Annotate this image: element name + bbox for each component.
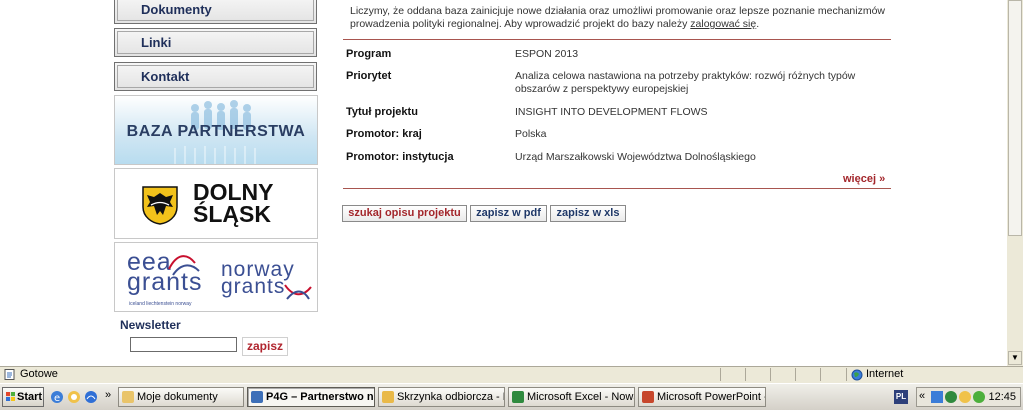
- vertical-scrollbar[interactable]: ▼: [1007, 0, 1023, 366]
- start-label: Start: [17, 391, 43, 403]
- task-button-excel[interactable]: Microsoft Excel - Nowa A...: [508, 387, 635, 407]
- newsletter-subscribe-button[interactable]: zapisz: [242, 337, 288, 356]
- banner-title: BAZA PARTNERSTWA: [126, 123, 306, 140]
- browser-icon: [251, 391, 263, 403]
- task-label: Moje dokumenty: [137, 391, 218, 403]
- nav-button-label: Dokumenty: [141, 2, 212, 17]
- tray-network-icon[interactable]: [931, 391, 943, 403]
- eea-subtitle: iceland liechtenstein norway: [129, 301, 192, 307]
- row-value-priorytet: Analiza celowa nastawiona na potrzeby pr…: [515, 70, 856, 95]
- newsletter-email-input[interactable]: [130, 337, 237, 352]
- intro-text: Liczymy, że oddana baza zainicjuje nowe …: [350, 5, 885, 30]
- newsletter-label: Newsletter: [120, 318, 181, 332]
- login-link[interactable]: zalogować się: [690, 18, 756, 30]
- nav-button-linki[interactable]: Linki: [114, 28, 317, 57]
- quicklaunch-desktop-icon[interactable]: [84, 390, 98, 404]
- nav-button-kontakt[interactable]: Kontakt: [114, 62, 317, 91]
- taskbar: Start e » Moje dokumenty P4G – Partnerst…: [0, 383, 1023, 410]
- page-icon: [4, 369, 15, 380]
- language-indicator[interactable]: PL: [894, 390, 908, 404]
- row-value-program: ESPON 2013: [515, 48, 579, 60]
- task-button-powerpoint[interactable]: Microsoft PowerPoint - [...: [638, 387, 766, 407]
- nav-button-dokumenty[interactable]: Dokumenty: [114, 0, 317, 24]
- task-button-moje-dokumenty[interactable]: Moje dokumenty: [118, 387, 244, 407]
- task-label: Skrzynka odbiorcza - Mic...: [397, 391, 504, 403]
- row-value-kraj: Polska: [515, 128, 547, 140]
- browser-viewport: Dokumenty Linki Kontakt BAZA PARTNERSTWA…: [0, 0, 1007, 366]
- intro-end: .: [756, 18, 760, 30]
- internet-zone-globe-icon: [851, 369, 863, 381]
- row-label-program: Program: [346, 48, 392, 60]
- excel-icon: [512, 391, 524, 403]
- svg-text:e: e: [54, 393, 60, 404]
- status-text: Gotowe: [20, 368, 58, 380]
- quicklaunch-ie-icon[interactable]: e: [50, 390, 64, 404]
- task-button-skrzynka[interactable]: Skrzynka odbiorcza - Mic...: [378, 387, 505, 407]
- row-label-instytucja: Promotor: instytucja: [346, 151, 454, 163]
- divider-bottom: [343, 188, 891, 189]
- row-label-priorytet: Priorytet: [346, 70, 392, 82]
- powerpoint-icon: [642, 391, 654, 403]
- eea-swoosh-icon: [168, 255, 200, 276]
- banner-eea-norway-grants[interactable]: eea grants iceland liechtenstein norway …: [114, 242, 318, 312]
- save-pdf-button[interactable]: zapisz w pdf: [470, 205, 547, 222]
- nav-button-label: Linki: [141, 35, 172, 50]
- eagle-coat-of-arms-icon: [142, 186, 178, 225]
- task-button-p4g[interactable]: P4G – Partnerstwo na...: [247, 387, 375, 407]
- banner-dolny-line2: ŚLĄSK: [193, 201, 271, 227]
- quicklaunch-chevron[interactable]: »: [105, 389, 111, 401]
- mail-icon: [382, 391, 394, 403]
- tray-expand-chevron[interactable]: «: [919, 390, 925, 402]
- more-link[interactable]: więcej »: [843, 173, 885, 185]
- status-bar: Gotowe Internet: [0, 366, 1023, 383]
- intro-paragraph: Liczymy, że oddana baza zainicjuje nowe …: [350, 5, 905, 31]
- scrollbar-thumb[interactable]: [1008, 0, 1022, 236]
- nav-button-label: Kontakt: [141, 69, 190, 84]
- banner-dolny-slask[interactable]: DOLNY ŚLĄSK: [114, 168, 318, 239]
- start-button[interactable]: Start: [2, 387, 44, 407]
- search-description-button[interactable]: szukaj opisu projektu: [342, 205, 467, 222]
- system-tray: « 12:45: [916, 387, 1021, 407]
- sidebar: Dokumenty Linki Kontakt BAZA PARTNERSTWA…: [113, 0, 319, 366]
- internet-zone-text: Internet: [866, 368, 904, 380]
- row-label-tytul: Tytuł projektu: [346, 106, 418, 118]
- task-label: Microsoft PowerPoint - [...: [657, 391, 765, 403]
- row-value-instytucja: Urząd Marszałkowski Województwa Dolnoślą…: [515, 151, 756, 163]
- banner-dolny-line1: DOLNY: [193, 179, 274, 205]
- tray-messenger-icon[interactable]: [959, 391, 971, 403]
- task-label: P4G – Partnerstwo na...: [266, 391, 374, 403]
- tray-security-icon[interactable]: [973, 391, 985, 403]
- row-label-kraj: Promotor: kraj: [346, 128, 422, 140]
- folder-icon: [122, 391, 134, 403]
- row-value-tytul: INSIGHT INTO DEVELOPMENT FLOWS: [515, 106, 708, 118]
- tray-antivirus-icon[interactable]: [945, 391, 957, 403]
- save-xls-button[interactable]: zapisz w xls: [550, 205, 626, 222]
- quicklaunch-outlook-icon[interactable]: [67, 390, 81, 404]
- task-label: Microsoft Excel - Nowa A...: [527, 391, 634, 403]
- banner-baza-partnerstwa[interactable]: BAZA PARTNERSTWA: [114, 95, 318, 165]
- clock: 12:45: [988, 391, 1016, 403]
- scroll-down-icon[interactable]: ▼: [1008, 351, 1022, 365]
- divider-top: [343, 39, 891, 40]
- norway-swoosh-icon: [284, 284, 312, 300]
- windows-logo-icon: [6, 392, 15, 401]
